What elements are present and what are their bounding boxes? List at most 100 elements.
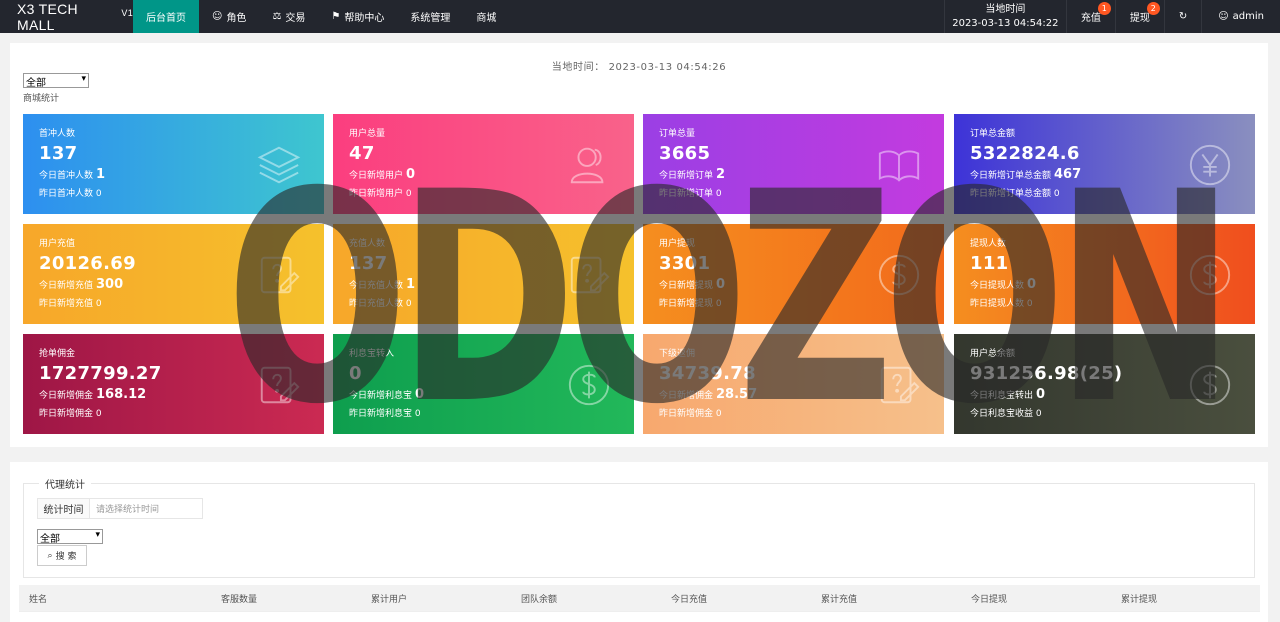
nav-item-trade[interactable]: ⚖ 交易 (259, 0, 318, 33)
shop-select[interactable]: 全部 ▾ (23, 73, 89, 89)
card-yesterday-value: 0 (1035, 409, 1042, 419)
card-yesterday-value: 0 (715, 409, 722, 419)
card-title: 用户总量 (349, 129, 386, 139)
search-icon: ⌕ (47, 550, 53, 561)
refresh-button[interactable]: ↻ (1163, 0, 1201, 33)
edit-icon (566, 252, 612, 298)
table-col-header[interactable]: 累计提现 (1111, 592, 1210, 605)
card-title: 提现人数 (970, 239, 1007, 249)
card-today-value: 300 (96, 277, 124, 292)
card-title: 抢单佣金 (39, 349, 76, 359)
agent-select[interactable]: 全部 ▾ (37, 529, 103, 545)
brand-logo[interactable]: X3 TECH MALL V1 (0, 0, 133, 33)
card-today-label: 今日充值人数 (349, 281, 404, 291)
stat-card: 下级返佣 34739.78 今日新增佣金 28.57 昨日新增佣金 0 (643, 334, 944, 434)
clock-value: 2023-03-13 04:54:22 (952, 17, 1059, 29)
card-today-value: 0 (1036, 387, 1046, 402)
table-col-header[interactable]: 客服数量 (211, 592, 361, 605)
recharge-badge: 1 (1097, 2, 1111, 15)
stat-card: 首冲人数 137 今日首冲人数 1 昨日首冲人数 0 (23, 114, 324, 214)
stat-card: 抢单佣金 1727799.27 今日新增佣金 168.12 昨日新增佣金 0 (23, 334, 324, 434)
clock-label: 当地时间 (985, 3, 1026, 15)
card-today-label: 今日新增佣金 (659, 391, 714, 401)
chevron-down-icon: ▾ (95, 530, 100, 540)
card-yesterday-label: 昨日新增提现 (659, 299, 714, 309)
card-today-label: 今日利息宝转出 (970, 391, 1034, 401)
stat-card: 订单总量 3665 今日新增订单 2 昨日新增订单 0 (643, 114, 944, 214)
card-title: 下级返佣 (659, 349, 696, 359)
section-label: 商城统计 (23, 94, 60, 104)
card-yesterday-label: 昨日新增订单 (659, 189, 714, 199)
withdraw-button[interactable]: 提现 2 (1114, 0, 1164, 33)
nav-label: 系统管理 (410, 13, 451, 24)
card-title: 利息宝转入 (349, 349, 395, 359)
stat-card: 用户总量 47 今日新增用户 0 昨日新增用户 0 (333, 114, 634, 214)
nav-label: 角色 (226, 13, 247, 24)
card-today-label: 今日新增订单总金额 (970, 171, 1052, 181)
card-today-label: 今日新增用户 (349, 171, 404, 181)
card-yesterday-label: 昨日新增用户 (349, 189, 404, 199)
brand-version: V1 (121, 7, 133, 18)
nav-item-home[interactable]: 后台首页 (133, 0, 199, 33)
refresh-icon: ↻ (1178, 11, 1188, 22)
card-today-label: 今日新增订单 (659, 171, 714, 181)
recharge-button[interactable]: 充值 1 (1065, 0, 1115, 33)
card-today-label: 今日新增佣金 (39, 391, 94, 401)
table-col-header[interactable]: 累计用户 (361, 592, 511, 605)
stat-time-label: 统计时间 (38, 499, 90, 518)
agent-fieldset: 代理统计 统计时间 请选择统计时间 全部 ▾ ⌕ 搜 索 (23, 476, 1255, 578)
card-today-value: 28.57 (716, 387, 758, 402)
card-today-value: 0 (716, 277, 726, 292)
card-today-value: 0 (415, 387, 425, 402)
right-nav: 当地时间 2023-03-13 04:54:22 充值 1 提现 2 ↻ ☺ a… (943, 0, 1280, 33)
card-today-label: 今日新增充值 (39, 281, 94, 291)
nav-item-mall[interactable]: 商城 (463, 0, 509, 33)
nav-item-roles[interactable]: ☺ 角色 (199, 0, 259, 33)
card-yesterday-label: 今日利息宝收益 (970, 409, 1034, 419)
user-name: admin (1232, 11, 1264, 22)
card-yesterday-label: 昨日充值人数 (349, 299, 404, 309)
table-col-header[interactable]: 姓名 (19, 592, 211, 605)
card-yesterday-label: 昨日首冲人数 (39, 189, 94, 199)
nav-label: 后台首页 (146, 13, 186, 24)
dollar-icon (876, 252, 922, 298)
card-yesterday-label: 昨日新增佣金 (659, 409, 714, 419)
layers-icon (256, 142, 302, 188)
nav-label: 交易 (285, 13, 306, 24)
table-row (19, 611, 1260, 622)
card-yesterday-value: 0 (1026, 299, 1033, 309)
table-header: 姓名 客服数量 累计用户 团队余额 今日充值 累计充值 今日提现 累计提现 (19, 585, 1260, 611)
flag-icon: ⚑ (331, 11, 341, 22)
table-col-header[interactable]: 累计充值 (811, 592, 961, 605)
nav-item-system[interactable]: 系统管理 (397, 0, 463, 33)
main-nav: 后台首页 ☺ 角色 ⚖ 交易 ⚑ 帮助中心 系统管理 商城 (133, 0, 509, 33)
edit-icon (256, 252, 302, 298)
table-col-header[interactable]: 团队余额 (511, 592, 661, 605)
user-menu[interactable]: ☺ admin (1201, 0, 1280, 33)
card-today-label: 今日新增利息宝 (349, 391, 413, 401)
nav-item-help[interactable]: ⚑ 帮助中心 (318, 0, 397, 33)
brand-name: X3 TECH MALL (17, 0, 78, 33)
card-yesterday-label: 昨日提现人数 (970, 299, 1025, 309)
card-today-value: 1 (96, 167, 106, 182)
card-yesterday-value: 0 (715, 189, 722, 199)
card-today-label: 今日提现人数 (970, 281, 1025, 291)
card-yesterday-label: 昨日新增佣金 (39, 409, 94, 419)
card-today-value: 168.12 (96, 387, 147, 402)
card-yesterday-value: 0 (715, 299, 722, 309)
card-today-value: 0 (1027, 277, 1037, 292)
card-title: 充值人数 (349, 239, 386, 249)
shop-select-value: 全部 (26, 78, 46, 89)
nav-label: 帮助中心 (344, 13, 385, 24)
table-col-header[interactable]: 今日提现 (961, 592, 1111, 605)
search-button[interactable]: ⌕ 搜 索 (37, 545, 87, 566)
stat-time-input[interactable]: 请选择统计时间 (90, 499, 202, 518)
scale-icon: ⚖ (272, 11, 282, 22)
chevron-down-icon: ▾ (81, 74, 86, 84)
stat-card: 充值人数 137 今日充值人数 1 昨日充值人数 0 (333, 224, 634, 324)
table-col-header[interactable]: 今日充值 (661, 592, 811, 605)
card-title: 首冲人数 (39, 129, 76, 139)
card-yesterday-value: 0 (414, 409, 421, 419)
card-today-label: 今日新增提现 (659, 281, 714, 291)
search-label: 搜 索 (55, 552, 77, 562)
